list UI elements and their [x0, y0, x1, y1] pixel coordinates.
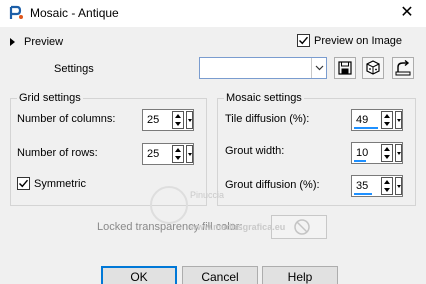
spin-arrows[interactable]: [172, 111, 184, 129]
preview-toggle[interactable]: Preview: [10, 34, 63, 50]
grout-width-spinner[interactable]: 10: [351, 142, 403, 164]
dropdown-arrow-icon[interactable]: [311, 58, 326, 78]
dropdown-arrow-icon[interactable]: [186, 111, 193, 129]
help-button[interactable]: Help: [262, 266, 338, 284]
spin-down-icon[interactable]: [384, 122, 390, 126]
window-title: Mosaic - Antique: [30, 6, 119, 20]
spin-down-icon[interactable]: [384, 155, 390, 159]
ok-button[interactable]: OK: [101, 266, 177, 284]
tile-diffusion-spinner[interactable]: 49: [351, 109, 403, 131]
spin-up-icon[interactable]: [384, 114, 390, 118]
reset-icon: [395, 59, 411, 76]
spin-up-icon[interactable]: [384, 180, 390, 184]
randomize-icon: [366, 60, 380, 75]
title-bar: Mosaic - Antique ✕: [0, 0, 426, 27]
no-color-icon: [294, 219, 310, 235]
rows-spinner[interactable]: 25: [142, 143, 194, 165]
spin-up-icon[interactable]: [384, 147, 390, 151]
settings-label: Settings: [54, 63, 94, 75]
columns-value[interactable]: 25: [147, 114, 159, 126]
symmetric-label: Symmetric: [34, 177, 86, 190]
dropdown-arrow-icon[interactable]: [395, 144, 402, 162]
symmetric-checkbox[interactable]: Symmetric: [17, 177, 86, 190]
close-icon[interactable]: ✕: [394, 2, 420, 24]
randomize-button[interactable]: [362, 57, 384, 79]
checkbox-checked-icon[interactable]: [297, 34, 310, 47]
locked-transparency-label: Locked transparency fill color:: [97, 221, 243, 233]
tile-diffusion-label: Tile diffusion (%):: [225, 113, 310, 125]
grid-settings-title: Grid settings: [17, 92, 83, 104]
mosaic-settings-title: Mosaic settings: [224, 92, 304, 104]
preset-combo[interactable]: [199, 57, 327, 79]
value-bar: [354, 160, 366, 162]
preview-label: Preview: [24, 36, 64, 48]
spin-down-icon[interactable]: [175, 156, 181, 160]
value-bar: [354, 193, 372, 195]
save-preset-button[interactable]: [334, 57, 356, 79]
rows-value[interactable]: 25: [147, 148, 159, 160]
value-bar: [354, 127, 378, 129]
expand-triangle-icon: [10, 38, 15, 46]
columns-label: Number of columns:: [17, 113, 116, 125]
spin-up-icon[interactable]: [175, 114, 181, 118]
grout-width-value[interactable]: 10: [356, 147, 368, 159]
reset-button[interactable]: [392, 57, 414, 79]
grout-diffusion-label: Grout diffusion (%):: [225, 179, 320, 191]
locked-fill-color-swatch: [271, 215, 327, 239]
cancel-button[interactable]: Cancel: [182, 266, 258, 284]
spin-down-icon[interactable]: [384, 188, 390, 192]
grout-diffusion-value[interactable]: 35: [356, 180, 368, 192]
spin-arrows[interactable]: [381, 144, 393, 162]
rows-label: Number of rows:: [17, 147, 98, 159]
spin-arrows[interactable]: [172, 145, 184, 163]
save-preset-icon: [338, 61, 352, 75]
spin-up-icon[interactable]: [175, 148, 181, 152]
dropdown-arrow-icon[interactable]: [186, 145, 193, 163]
spin-arrows[interactable]: [381, 111, 393, 129]
preview-on-image-label: Preview on Image: [314, 34, 403, 47]
checkbox-checked-icon[interactable]: [17, 177, 30, 190]
dropdown-arrow-icon[interactable]: [395, 177, 402, 195]
grout-width-label: Grout width:: [225, 145, 285, 157]
tile-diffusion-value[interactable]: 49: [356, 114, 368, 126]
grout-diffusion-spinner[interactable]: 35: [351, 175, 403, 197]
app-icon: [8, 5, 24, 21]
dropdown-arrow-icon[interactable]: [395, 111, 402, 129]
spin-down-icon[interactable]: [175, 122, 181, 126]
preview-on-image-checkbox[interactable]: Preview on Image: [297, 34, 402, 47]
columns-spinner[interactable]: 25: [142, 109, 194, 131]
spin-arrows[interactable]: [381, 177, 393, 195]
